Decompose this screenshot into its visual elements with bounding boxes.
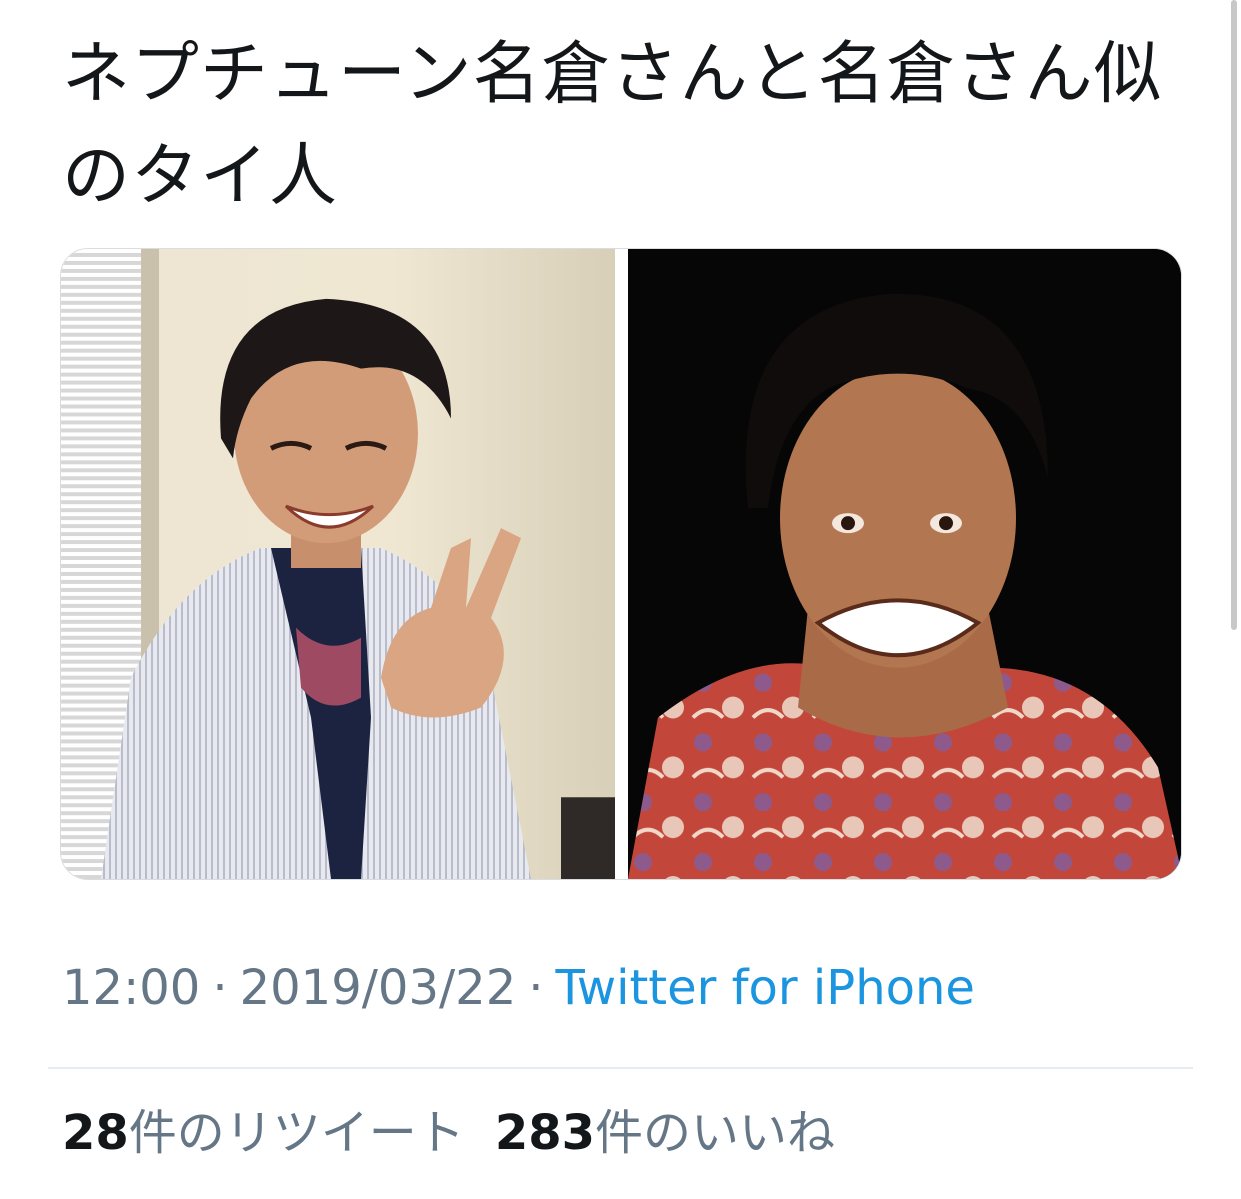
like-label: 件のいいね: [595, 1105, 836, 1161]
like-count: 283: [494, 1105, 596, 1161]
like-stat[interactable]: 283件のいいね: [495, 1100, 835, 1166]
meta-separator: ·: [212, 960, 228, 1016]
retweet-stat[interactable]: 28件のリツイート: [62, 1100, 465, 1166]
tweet-text: ネプチューン名倉さんと名倉さん似のタイ人: [62, 35, 1163, 216]
scrollbar[interactable]: [1231, 0, 1237, 630]
tweet-meta: 12:00 · 2019/03/22 · Twitter for iPhone: [62, 956, 975, 1020]
retweet-label: 件のリツイート: [128, 1105, 465, 1161]
meta-separator: ·: [528, 960, 544, 1016]
tweet-source-link[interactable]: Twitter for iPhone: [556, 960, 975, 1016]
tweet-stats: 28件のリツイート 283件のいいね: [62, 1100, 835, 1166]
tweet-time[interactable]: 12:00: [62, 960, 200, 1016]
photo-2-image: [628, 249, 1181, 879]
photo-1-image: [61, 249, 615, 879]
divider: [48, 1067, 1193, 1069]
media-grid: [60, 248, 1182, 880]
photo-2[interactable]: [628, 249, 1181, 879]
photo-1[interactable]: [61, 249, 615, 879]
retweet-count: 28: [62, 1105, 129, 1161]
tweet-date[interactable]: 2019/03/22: [240, 960, 517, 1016]
